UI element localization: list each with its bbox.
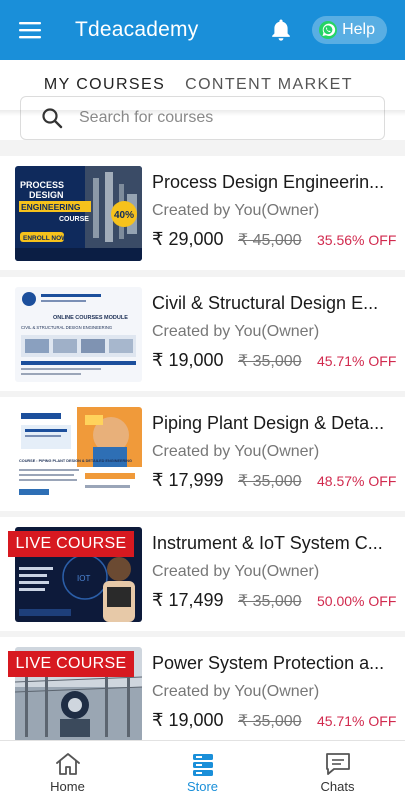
thumb-text: ENROLL NOW	[23, 235, 68, 242]
thumb-text: PROCESS	[20, 180, 64, 190]
nav-chats[interactable]: Chats	[270, 741, 405, 800]
course-title: Piping Plant Design & Deta...	[152, 413, 385, 433]
course-original-price: ₹ 35,000	[238, 473, 302, 490]
course-original-price: ₹ 35,000	[238, 713, 302, 730]
course-card[interactable]: COURSE : PIPING PLANT DESIGN & DETAILED …	[0, 397, 405, 511]
thumb-text: COURSE : PIPING PLANT DESIGN & DETAILED …	[19, 459, 132, 463]
course-discount: 50.00% OFF	[317, 593, 397, 609]
course-author: Created by You(Owner)	[152, 683, 320, 700]
course-author: Created by You(Owner)	[152, 202, 320, 219]
course-discount: 35.56% OFF	[317, 232, 397, 248]
tab-label: CONTENT MARKET	[185, 76, 353, 93]
course-card[interactable]: LIVE COURSE Power System Protection a...…	[0, 637, 405, 751]
course-thumbnail-image: COURSE : PIPING PLANT DESIGN & DETAILED …	[15, 407, 142, 502]
course-price: ₹ 19,000	[152, 350, 224, 370]
course-card[interactable]: IOT LIVE COURSE Instrument & IoT System …	[0, 517, 405, 631]
nav-label: Home	[50, 779, 85, 794]
notification-button[interactable]	[266, 15, 296, 45]
course-card[interactable]: ONLINE COURSES MODULE CIVIL & STRUCTURAL…	[0, 277, 405, 391]
help-label: Help	[342, 21, 375, 38]
course-price: ₹ 19,000	[152, 710, 224, 730]
thumb-text: CIVIL & STRUCTURAL DESIGN ENGINEERING	[21, 325, 112, 330]
course-price: ₹ 17,499	[152, 590, 224, 610]
help-button[interactable]: Help	[312, 16, 387, 44]
live-course-badge: LIVE COURSE	[8, 651, 134, 677]
app-header: Tdeacademy Help	[0, 0, 405, 60]
store-icon	[192, 754, 213, 776]
course-title: Power System Protection a...	[152, 653, 385, 673]
thumb-text: ONLINE COURSES MODULE	[53, 315, 128, 321]
course-thumbnail: PROCESS DESIGN ENGINEERING COURSE ENROLL…	[15, 166, 142, 261]
course-original-price: ₹ 45,000	[238, 232, 302, 249]
course-discount: 48.57% OFF	[317, 473, 397, 489]
nav-label: Chats	[320, 779, 355, 794]
course-thumbnail: COURSE : PIPING PLANT DESIGN & DETAILED …	[15, 407, 142, 502]
course-author: Created by You(Owner)	[152, 323, 320, 340]
nav-store[interactable]: Store	[135, 741, 270, 800]
course-price: ₹ 29,000	[152, 229, 224, 249]
course-title: Process Design Engineerin...	[152, 172, 385, 192]
course-original-price: ₹ 35,000	[238, 593, 302, 610]
course-discount: 45.71% OFF	[317, 353, 397, 369]
course-price: ₹ 17,999	[152, 470, 224, 490]
chat-icon	[325, 753, 350, 775]
thumb-text: 40%	[114, 210, 134, 221]
course-discount: 45.71% OFF	[317, 713, 397, 729]
course-original-price: ₹ 35,000	[238, 353, 302, 370]
hamburger-menu-icon	[19, 22, 41, 39]
thumb-text: IOT	[77, 574, 90, 583]
course-thumbnail: ONLINE COURSES MODULE CIVIL & STRUCTURAL…	[15, 287, 142, 382]
app-root: Tdeacademy Help MY COURSES CONTENT MARKE…	[0, 0, 405, 800]
course-card[interactable]: PROCESS DESIGN ENGINEERING COURSE ENROLL…	[0, 156, 405, 270]
nav-home[interactable]: Home	[0, 741, 135, 800]
course-author: Created by You(Owner)	[152, 443, 320, 460]
course-thumbnail-image: ONLINE COURSES MODULE CIVIL & STRUCTURAL…	[15, 287, 142, 382]
course-thumbnail-image: PROCESS DESIGN ENGINEERING COURSE ENROLL…	[15, 166, 142, 261]
app-title: Tdeacademy	[75, 18, 199, 41]
menu-button[interactable]	[0, 0, 60, 60]
tab-label: MY COURSES	[43, 76, 166, 93]
thumb-text: COURSE	[59, 216, 89, 223]
home-icon	[55, 753, 80, 775]
notification-bell-icon	[272, 19, 290, 41]
tabs-shadow	[0, 110, 405, 116]
course-title: Civil & Structural Design E...	[152, 293, 379, 313]
thumb-text: ENGINEERING	[21, 202, 81, 212]
live-course-badge: LIVE COURSE	[8, 531, 134, 557]
whatsapp-icon	[319, 21, 338, 39]
search-bar[interactable]	[20, 96, 385, 140]
course-title: Instrument & IoT System C...	[152, 533, 383, 553]
bottom-navigation: Home Store Chats	[0, 740, 405, 800]
nav-label: Store	[186, 779, 219, 794]
course-author: Created by You(Owner)	[152, 563, 320, 580]
thumb-text: DESIGN	[29, 190, 64, 200]
